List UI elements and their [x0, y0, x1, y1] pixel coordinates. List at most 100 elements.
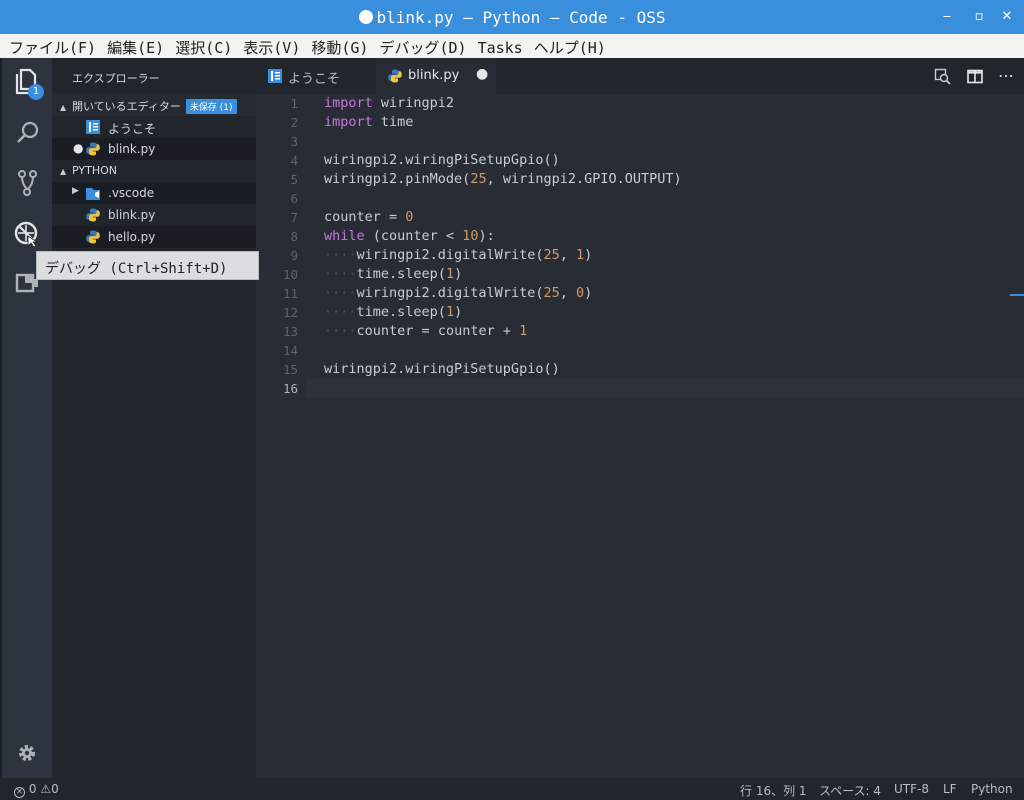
code-line[interactable]: ····time.sleep(1) — [324, 266, 462, 282]
code-line[interactable]: wiringpi2.pinMode(25, wiringpi2.GPIO.OUT… — [324, 171, 682, 187]
maximize-button[interactable]: ▫ — [970, 8, 988, 26]
close-button[interactable]: ✕ — [998, 8, 1016, 26]
code-line[interactable]: while (counter < 10): — [324, 228, 495, 244]
code-line[interactable]: ····time.sleep(1) — [324, 304, 462, 320]
open-changes-icon[interactable] — [934, 68, 952, 86]
expanded-triangle-icon: ▲ — [60, 103, 67, 112]
code-line[interactable]: import wiringpi2 — [324, 95, 454, 111]
files-icon — [15, 68, 37, 95]
tab-blink[interactable]: blink.py ● — [376, 58, 496, 94]
whitespace-dots: ···· — [324, 285, 357, 301]
tree-item-hello[interactable]: hello.py — [52, 226, 256, 248]
code-line[interactable]: import time — [324, 114, 413, 130]
code-line[interactable]: ····counter = counter + 1 — [324, 323, 527, 339]
sidebar-title: エクスプローラー — [72, 72, 160, 85]
error-count: 0 — [28, 782, 37, 796]
window-title: blink.py — Python — Code - OSS — [0, 8, 1024, 27]
menu-selection[interactable]: 選択(C) — [166, 34, 232, 58]
tree-item-label: blink.py — [108, 208, 156, 222]
more-actions-icon[interactable]: ⋯ — [998, 66, 1014, 85]
warning-icon: ⚠ — [40, 782, 52, 796]
code-line[interactable]: counter = 0 — [324, 209, 413, 225]
error-icon: ✕ — [14, 787, 25, 798]
search-button[interactable] — [2, 108, 52, 158]
tree-item-label: hello.py — [108, 230, 156, 244]
tab-label: blink.py — [408, 68, 460, 83]
python-file-icon — [86, 208, 100, 222]
indentation[interactable]: スペース: 4 — [819, 782, 881, 799]
minimize-button[interactable]: ‒ — [938, 8, 956, 26]
editor-tab-bar: ようこそ blink.py ● ⋯ — [256, 58, 1024, 94]
open-editor-item-welcome[interactable]: ようこそ — [52, 116, 256, 138]
current-line-highlight — [306, 379, 1024, 398]
code-line[interactable]: wiringpi2.wiringPiSetupGpio() — [324, 152, 560, 168]
unsaved-dot-icon[interactable]: ● — [476, 66, 488, 82]
code-line[interactable]: ····wiringpi2.digitalWrite(25, 0) — [324, 285, 592, 301]
menu-bar: ファイル(F) 編集(E) 選択(C) 表示(V) 移動(G) デバッグ(D) Tasks ヘ… — [0, 34, 1024, 58]
unsaved-dot-icon: ● — [73, 141, 84, 155]
menu-edit[interactable]: 編集(E) — [98, 34, 164, 58]
collapsed-triangle-icon: ▶ — [72, 186, 79, 196]
line-number: 3 — [290, 134, 298, 149]
line-number: 10 — [282, 267, 298, 282]
line-number: 6 — [290, 191, 298, 206]
explorer-button[interactable]: 1 — [2, 58, 52, 108]
unsaved-dot-icon — [358, 10, 373, 24]
search-icon — [17, 121, 39, 143]
encoding[interactable]: UTF-8 — [894, 782, 929, 796]
line-number: 13 — [282, 324, 298, 339]
line-number: 11 — [282, 286, 298, 301]
source-control-button[interactable] — [2, 158, 52, 208]
line-ending[interactable]: LF — [943, 782, 957, 796]
gear-icon — [19, 745, 35, 761]
line-number: 15 — [282, 362, 298, 377]
folder-label: PYTHON — [72, 164, 117, 177]
code-line[interactable]: ····wiringpi2.digitalWrite(25, 1) — [324, 247, 592, 263]
menu-tasks[interactable]: Tasks — [469, 36, 523, 57]
menu-view[interactable]: 表示(V) — [234, 34, 300, 58]
menu-help[interactable]: ヘルプ(H) — [525, 34, 606, 58]
line-number-gutter: 1 2 3 4 5 6 7 8 9 10 11 12 13 14 15 16 — [256, 94, 306, 778]
split-editor-icon[interactable] — [966, 68, 984, 86]
warning-count: 0 — [51, 782, 59, 796]
expanded-triangle-icon: ▲ — [60, 167, 67, 176]
tree-item-blink[interactable]: blink.py — [52, 204, 256, 226]
code-line[interactable]: wiringpi2.wiringPiSetupGpio() — [324, 361, 560, 377]
whitespace-dots: ···· — [324, 266, 357, 282]
activity-bar: 1 — [2, 58, 52, 778]
status-bar: ✕ 0 ⚠0 行 16、列 1 スペース: 4 UTF-8 LF Python — [0, 778, 1024, 800]
cursor-position[interactable]: 行 16、列 1 — [740, 782, 807, 799]
source-control-icon — [18, 170, 37, 196]
vscode-folder-icon — [86, 188, 100, 200]
menu-go[interactable]: 移動(G) — [302, 34, 368, 58]
line-number: 7 — [290, 210, 298, 225]
tree-item-vscode[interactable]: ▶ .vscode — [52, 182, 256, 204]
scrollbar-cursor-marker — [1010, 294, 1024, 296]
open-editors-section[interactable]: ▲ 開いているエディター 未保存 (1) — [52, 94, 256, 116]
line-number: 12 — [282, 305, 298, 320]
python-file-icon — [86, 230, 100, 244]
menu-debug[interactable]: デバッグ(D) — [370, 34, 466, 58]
tab-welcome[interactable]: ようこそ — [256, 58, 376, 94]
whitespace-dots: ···· — [324, 323, 357, 339]
settings-button[interactable] — [2, 728, 52, 778]
open-editor-label: ようこそ — [108, 122, 157, 136]
open-editor-label: blink.py — [108, 142, 156, 156]
menu-file[interactable]: ファイル(F) — [0, 34, 96, 58]
open-editor-item-blink[interactable]: ● blink.py — [52, 138, 256, 160]
problems-indicator[interactable]: ✕ 0 ⚠0 — [14, 782, 59, 798]
language-mode[interactable]: Python — [971, 782, 1013, 796]
line-number: 14 — [282, 343, 298, 358]
title-bar: blink.py — Python — Code - OSS ‒ ▫ ✕ — [0, 0, 1024, 34]
whitespace-dots: ···· — [324, 304, 357, 320]
line-number: 2 — [290, 115, 298, 130]
code-editor[interactable]: 1 2 3 4 5 6 7 8 9 10 11 12 13 14 15 16 i… — [256, 94, 1024, 778]
python-file-icon — [388, 69, 402, 83]
whitespace-dots: ···· — [324, 247, 357, 263]
open-editors-label: 開いているエディター — [72, 100, 181, 113]
line-number: 1 — [290, 96, 298, 111]
line-number: 5 — [290, 172, 298, 187]
explorer-badge: 1 — [28, 84, 44, 100]
python-folder-section[interactable]: ▲ PYTHON — [52, 160, 256, 182]
line-number: 9 — [290, 248, 298, 263]
